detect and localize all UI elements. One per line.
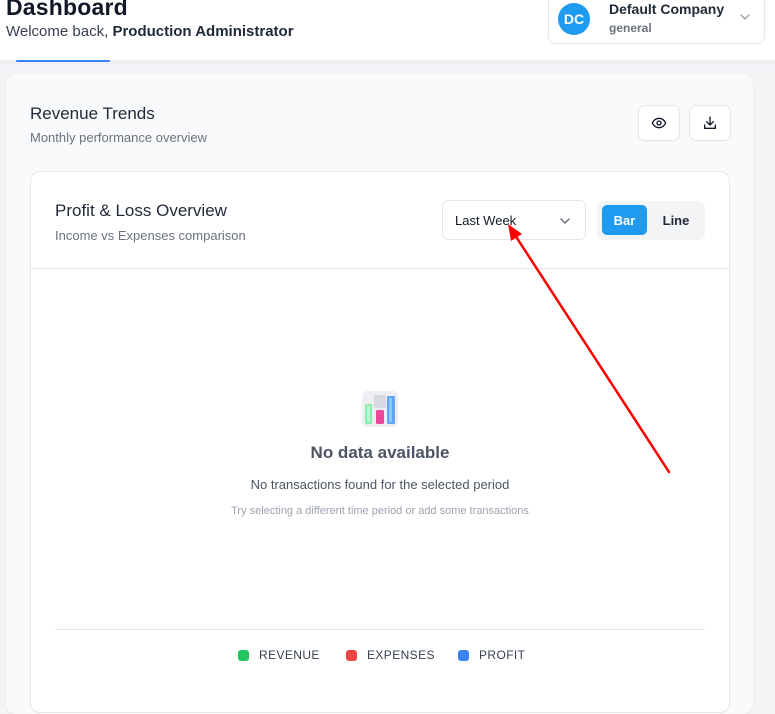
- top-header: Dashboard Welcome back, Production Admin…: [0, 0, 775, 60]
- profit-loss-subtitle: Income vs Expenses comparison: [55, 228, 246, 243]
- page-title: Dashboard: [6, 0, 128, 20]
- legend-swatch: [458, 649, 469, 661]
- chevron-down-icon: [560, 218, 570, 224]
- download-icon: [704, 116, 716, 129]
- user-name: Production Administrator: [112, 23, 294, 40]
- legend-swatch: [238, 649, 249, 661]
- chart-type-toggle: Bar Line: [597, 201, 705, 240]
- period-select[interactable]: Last Week: [442, 200, 586, 240]
- bar-chart-icon: [362, 391, 398, 427]
- revenue-trends-title: Revenue Trends: [30, 104, 155, 123]
- chevron-down-icon: [740, 14, 750, 20]
- panel-header-divider: [31, 268, 729, 269]
- active-tab-indicator: [16, 60, 110, 62]
- legend-label: REVENUE: [259, 648, 320, 662]
- eye-icon: [651, 117, 667, 129]
- profit-loss-title: Profit & Loss Overview: [55, 201, 227, 220]
- legend-item-expenses: EXPENSES: [346, 648, 435, 662]
- header-shadow: [0, 60, 775, 68]
- line-chart-button[interactable]: Line: [653, 205, 699, 235]
- legend-label: EXPENSES: [367, 648, 435, 662]
- view-button[interactable]: [638, 105, 680, 141]
- bar-chart-button[interactable]: Bar: [602, 205, 647, 235]
- revenue-trends-subtitle: Monthly performance overview: [30, 130, 208, 145]
- legend-swatch: [346, 649, 357, 661]
- company-avatar: DC: [558, 3, 590, 35]
- download-button[interactable]: [689, 105, 731, 141]
- legend-item-revenue: REVENUE: [238, 648, 320, 662]
- empty-state-hint: Try selecting a different time period or…: [231, 505, 529, 517]
- empty-state-message: No transactions found for the selected p…: [250, 477, 510, 492]
- company-subtitle: general: [609, 21, 652, 35]
- legend-label: PROFIT: [479, 648, 526, 662]
- legend-divider: [55, 629, 705, 630]
- welcome-text: Welcome back, Production Administrator: [6, 23, 294, 40]
- legend-item-profit: PROFIT: [458, 648, 525, 662]
- empty-state-title: No data available: [310, 443, 450, 462]
- welcome-prefix: Welcome back,: [6, 23, 113, 40]
- period-select-value: Last Week: [455, 213, 517, 228]
- company-switcher[interactable]: DC Default Company general: [548, 0, 765, 44]
- company-name: Default Company: [609, 1, 725, 17]
- profit-loss-panel: [30, 171, 730, 713]
